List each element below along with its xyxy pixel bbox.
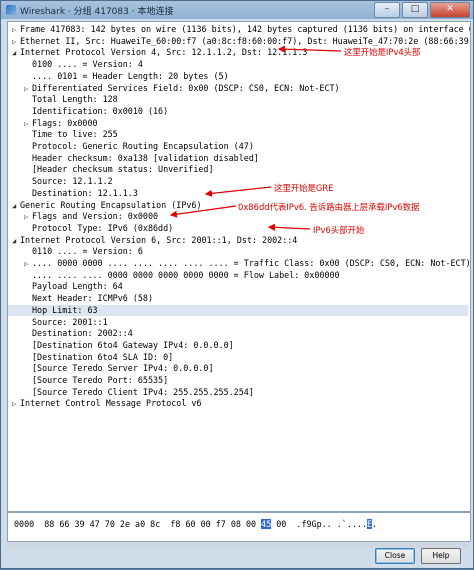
hex-dump-pane[interactable]: 0000 88 66 39 47 70 2e a0 8c f8 60 00 f7… — [7, 512, 471, 542]
close-button[interactable]: Close — [375, 548, 415, 564]
packet-details-window: Wireshark · 分组 417083 · 本地连接 – □ ✕ ▷ Fram… — [0, 0, 474, 569]
tree-row[interactable]: [Destination 6to4 Gateway IPv4: 0.0.0.0] — [8, 340, 468, 351]
tree-row-label: [Source Teredo Client IPv4: 255.255.255.… — [32, 386, 254, 397]
tree-row-label: 0110 .... = Version: 6 — [32, 246, 143, 257]
tree-row[interactable]: Hop Limit: 63 — [8, 304, 468, 316]
tree-row[interactable]: ▷ Internet Control Message Protocol v6 — [8, 398, 468, 409]
expand-toggle-icon[interactable]: ◢ — [12, 48, 20, 59]
tree-row-label: Protocol Type: IPv6 (0x86dd) — [32, 222, 174, 233]
tree-row[interactable]: Payload Length: 64 — [8, 281, 468, 292]
tree-row[interactable]: Identification: 0x0010 (16) — [8, 106, 468, 117]
tree-row[interactable]: [Source Teredo Port: 65535] — [8, 375, 468, 386]
hex-line: 0000 88 66 39 47 70 2e a0 8c f8 60 00 f7… — [14, 519, 377, 530]
tree-row[interactable]: 0100 .... = Version: 4 — [8, 59, 468, 70]
annotation-gre: 这里开始是GRE — [274, 183, 334, 193]
tree-row-label: Internet Protocol Version 4, Src: 12.1.1… — [20, 47, 308, 58]
tree-row-label: Destination: 2002::4 — [32, 328, 133, 339]
window-title: Wireshark · 分组 417083 · 本地连接 — [20, 6, 174, 17]
tree-row[interactable]: Destination: 12.1.1.3 — [8, 188, 468, 199]
tree-row-label: 0100 .... = Version: 4 — [32, 59, 143, 70]
tree-row[interactable]: [Source Teredo Server IPv4: 0.0.0.0] — [8, 363, 468, 374]
expand-toggle-icon[interactable]: ▷ — [24, 212, 32, 223]
tree-row-label: Header checksum: 0xa138 [validation disa… — [32, 152, 259, 163]
minimize-button[interactable]: – — [374, 2, 400, 18]
tree-row-label: Protocol: Generic Routing Encapsulation … — [32, 141, 254, 151]
tree-row-label: .... 0000 0000 .... .... .... .... .... … — [32, 258, 471, 268]
tree-row[interactable]: Header checksum: 0xa138 [validation disa… — [8, 153, 468, 164]
tree-row-label: Source: 2001::1 — [32, 316, 108, 327]
expand-toggle-icon[interactable]: ▷ — [24, 84, 32, 95]
tree-row[interactable]: [Header checksum status: Unverified] — [8, 164, 468, 175]
expand-toggle-icon[interactable]: ◢ — [12, 236, 20, 247]
tree-row-label: [Header checksum status: Unverified] — [32, 164, 214, 175]
tree-row-label: Differentiated Services Field: 0x00 (DSC… — [32, 82, 340, 93]
annotation-ipv6-header: IPv6头部开始 — [313, 225, 365, 235]
tree-row[interactable]: ▷ Frame 417083: 142 bytes on wire (1136 b… — [8, 24, 471, 36]
tree-row-label: Total Length: 128 — [32, 94, 118, 105]
maximize-button[interactable]: □ — [402, 2, 428, 18]
tree-row-label: .... 0101 = Header Length: 20 bytes (5) — [32, 70, 229, 81]
tree-row[interactable]: .... 0101 = Header Length: 20 bytes (5) — [8, 71, 468, 82]
tree-row[interactable]: Source: 2001::1 — [8, 317, 468, 328]
tree-row[interactable]: Protocol: Generic Routing Encapsulation … — [8, 141, 468, 152]
tree-row[interactable]: Destination: 2002::4 — [8, 328, 468, 339]
title-bar[interactable]: Wireshark · 分组 417083 · 本地连接 – □ ✕ — [1, 1, 473, 19]
tree-row[interactable]: Next Header: ICMPv6 (58) — [8, 293, 468, 304]
tree-row[interactable]: .... .... .... 0000 0000 0000 0000 0000 … — [8, 270, 468, 281]
tree-row[interactable]: ▷ Differentiated Services Field: 0x00 (DS… — [8, 83, 468, 94]
tree-row-label: Frame 417083: 142 bytes on wire (1136 bi… — [20, 24, 471, 34]
tree-row-label: [Source Teredo Server IPv4: 0.0.0.0] — [32, 363, 214, 374]
tree-row[interactable]: Time to live: 255 — [8, 129, 468, 140]
hex-bytes-after: 00 — [271, 519, 287, 529]
tree-row-label: Time to live: 255 — [32, 129, 118, 140]
tree-row-label: Source: 12.1.1.2 — [32, 176, 113, 187]
tree-row-label: Identification: 0x0010 (16) — [32, 105, 169, 116]
expand-toggle-icon[interactable]: ▷ — [12, 399, 20, 410]
tree-row[interactable]: ▷.... 0000 0000 .... .... .... .... ....… — [8, 258, 471, 270]
tree-row[interactable]: [Source Teredo Client IPv4: 255.255.255.… — [8, 387, 468, 398]
annotation-ipv4-header: 这里开始是IPv4头部 — [344, 47, 421, 57]
tree-row-label: Flags: 0x0000 — [32, 117, 98, 128]
expand-toggle-icon[interactable]: ▷ — [24, 259, 32, 270]
hex-byte-selected[interactable]: 45 — [261, 519, 272, 529]
tree-row[interactable]: Total Length: 128 — [8, 94, 468, 105]
expand-toggle-icon[interactable]: ◢ — [12, 201, 20, 212]
tree-row[interactable]: ▷ Flags: 0x0000 — [8, 118, 468, 129]
hex-ascii: .f9Gp.. .`.... — [286, 519, 368, 529]
tree-row-label: Ethernet II, Src: HuaweiTe_60:00:f7 (a0:… — [20, 35, 471, 46]
tree-row-label: Hop Limit: 63 — [32, 304, 98, 315]
tree-row[interactable]: Protocol Type: IPv6 (0x86dd) — [8, 223, 468, 234]
tree-row-label: Flags and Version: 0x0000 — [32, 211, 159, 222]
tree-row-label: .... .... .... 0000 0000 0000 0000 0000 … — [32, 269, 340, 280]
wireshark-icon — [6, 5, 16, 15]
close-window-button[interactable]: ✕ — [430, 2, 470, 18]
expand-toggle-icon[interactable]: ▷ — [24, 119, 32, 130]
annotation-ethertype: 0x86dd代表IPv6. 告诉路由器上层承载IPv6数据 — [238, 202, 420, 212]
tree-row-label: Destination: 12.1.1.3 — [32, 187, 138, 198]
hex-offset: 0000 — [14, 519, 35, 529]
expand-toggle-icon[interactable]: ▷ — [12, 25, 20, 36]
tree-row[interactable]: 0110 .... = Version: 6 — [8, 246, 468, 257]
tree-row-label: [Destination 6to4 SLA ID: 0] — [32, 351, 174, 362]
tree-row-label: Internet Control Message Protocol v6 — [20, 398, 202, 409]
tree-row[interactable]: [Destination 6to4 SLA ID: 0] — [8, 352, 468, 363]
tree-row-label: Generic Routing Encapsulation (IPv6) — [20, 199, 202, 210]
help-button[interactable]: Help — [421, 548, 461, 564]
tree-row-label: [Source Teredo Port: 65535] — [32, 375, 169, 385]
tree-row-label: Internet Protocol Version 6, Src: 2001::… — [20, 234, 298, 245]
hex-ascii-after: . — [372, 519, 378, 529]
expand-toggle-icon[interactable]: ▷ — [12, 37, 20, 48]
tree-row-label: Next Header: ICMPv6 (58) — [32, 293, 154, 304]
tree-row-label: Payload Length: 64 — [32, 281, 123, 292]
hex-bytes: 88 66 39 47 70 2e a0 8c f8 60 00 f7 08 0… — [44, 519, 262, 529]
tree-row[interactable]: Source: 12.1.1.2 — [8, 176, 468, 187]
tree-row[interactable]: ◢ Internet Protocol Version 6, Src: 2001:… — [8, 235, 468, 246]
packet-detail-tree[interactable]: ▷ Frame 417083: 142 bytes on wire (1136 b… — [7, 21, 471, 512]
tree-row-label: [Destination 6to4 Gateway IPv4: 0.0.0.0] — [32, 339, 234, 350]
